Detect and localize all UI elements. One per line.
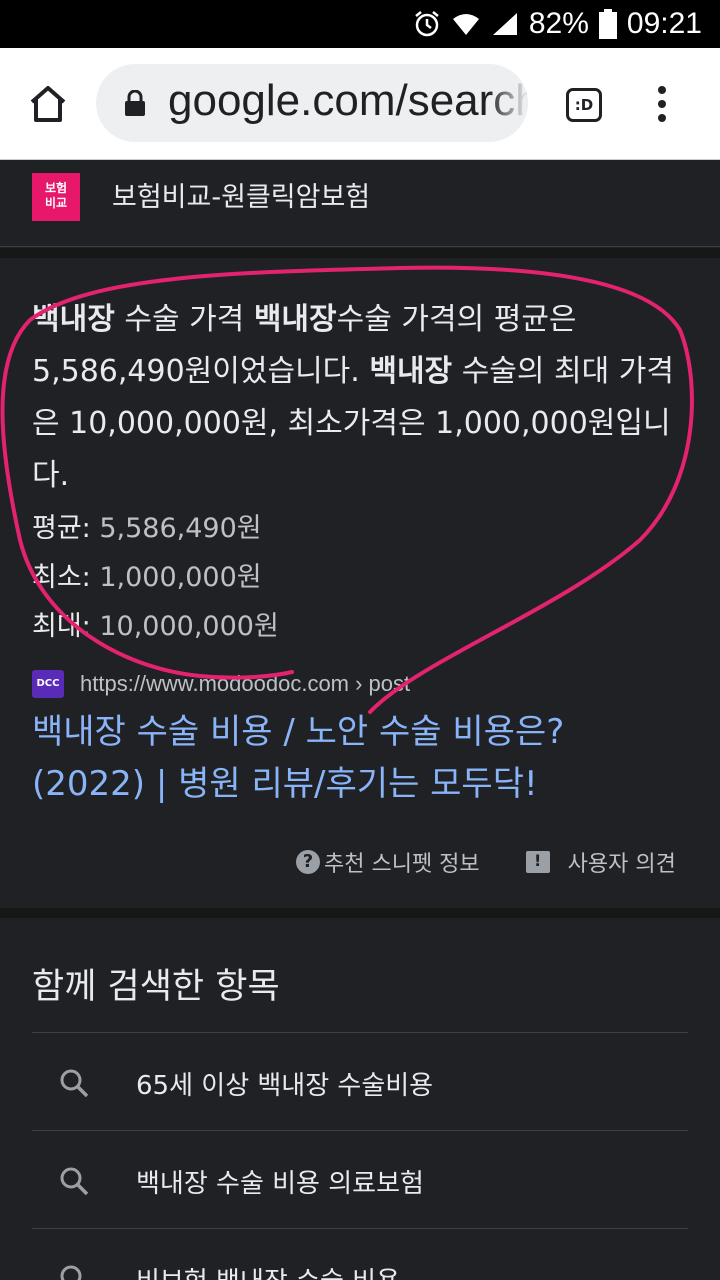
browser-toolbar: google.com/search?q=%EB%B0%B1%EB%82%B4%E…	[0, 48, 720, 160]
clock: 09:21	[626, 7, 702, 40]
snippet-bold: 백내장	[253, 302, 337, 337]
battery-icon	[598, 9, 617, 39]
stat-value: 1,000,000원	[90, 562, 262, 593]
snippet-footer: ? 추천 스니펫 정보 ! 사용자 의견	[296, 846, 676, 878]
related-item[interactable]: 65세 이상 백내장 수술비용	[32, 1032, 688, 1130]
stat-min: 최소: 1,000,000원	[32, 555, 262, 594]
home-icon[interactable]	[24, 80, 72, 128]
ad-logo-line2: 비교	[44, 196, 68, 210]
result-link[interactable]: 백내장 수술 비용 / 노안 수술 비용은? (2022) | 병원 리뷰/후기…	[32, 706, 672, 810]
stat-average: 평균: 5,586,490원	[32, 506, 262, 545]
section-divider	[0, 248, 720, 258]
ad-title[interactable]: 보험비교-원클릭암보험	[112, 175, 370, 214]
stat-value: 5,586,490원	[90, 513, 262, 544]
related-item-label: 65세 이상 백내장 수술비용	[136, 1071, 434, 1101]
extension-button[interactable]: :D	[566, 88, 602, 122]
search-icon	[60, 1265, 82, 1280]
feedback-link[interactable]: 사용자 의견	[568, 846, 676, 878]
alarm-icon	[415, 11, 439, 37]
stat-label: 최소:	[32, 562, 91, 593]
search-icon	[60, 1167, 89, 1196]
source-favicon: DCC	[32, 670, 64, 698]
stat-value: 10,000,000원	[90, 611, 279, 642]
source-row[interactable]: DCC https://www.modoodoc.com › post	[32, 666, 410, 702]
stat-label: 최대:	[32, 611, 91, 642]
stat-label: 평균:	[32, 513, 91, 544]
related-item[interactable]: 비보험 백내장 수술 비용	[32, 1228, 688, 1280]
signal-icon	[492, 13, 517, 35]
wifi-icon	[452, 14, 479, 35]
ad-result[interactable]: 보험 비교 보험비교-원클릭암보험	[0, 161, 720, 247]
battery-percent: 82%	[528, 7, 589, 40]
snippet-span: 수술 가격	[114, 302, 254, 337]
source-url[interactable]: https://www.modoodoc.com › post	[80, 671, 410, 697]
stat-max: 최대: 10,000,000원	[32, 604, 279, 643]
snippet-text: 백내장 수술 가격 백내장수술 가격의 평균은 5,586,490원이었습니다.…	[32, 294, 692, 502]
search-icon	[60, 1069, 89, 1098]
snippet-bold: 백내장	[32, 302, 115, 337]
about-snippet-link[interactable]: 추천 스니펫 정보	[324, 846, 480, 878]
related-title: 함께 검색한 항목	[32, 967, 280, 1007]
feedback-icon[interactable]: !	[525, 851, 550, 873]
address-bar[interactable]: google.com/search?q=%EB%B0%B1%EB%82%B4%E…	[96, 64, 528, 142]
related-searches: 함께 검색한 항목 65세 이상 백내장 수술비용 백내장 수술 비용 의료보험…	[0, 918, 720, 1280]
status-bar: 82% 09:21	[0, 0, 720, 48]
section-divider	[0, 908, 720, 918]
lock-icon	[125, 90, 145, 116]
ad-logo-line1: 보험	[44, 181, 68, 195]
url-text: google.com/search?q=%EB%B0%B1%EB%82%B4%E…	[168, 76, 528, 125]
related-item-label: 비보험 백내장 수술 비용	[136, 1261, 400, 1280]
featured-snippet: 백내장 수술 가격 백내장수술 가격의 평균은 5,586,490원이었습니다.…	[0, 258, 720, 908]
related-item-label: 백내장 수술 비용 의료보험	[136, 1169, 424, 1199]
url-fade	[488, 64, 528, 142]
related-item[interactable]: 백내장 수술 비용 의료보험	[32, 1130, 688, 1228]
ad-logo: 보험 비교	[32, 173, 80, 221]
more-menu-icon[interactable]	[650, 86, 674, 126]
snippet-bold: 백내장	[369, 354, 453, 389]
help-icon[interactable]: ?	[296, 850, 320, 874]
